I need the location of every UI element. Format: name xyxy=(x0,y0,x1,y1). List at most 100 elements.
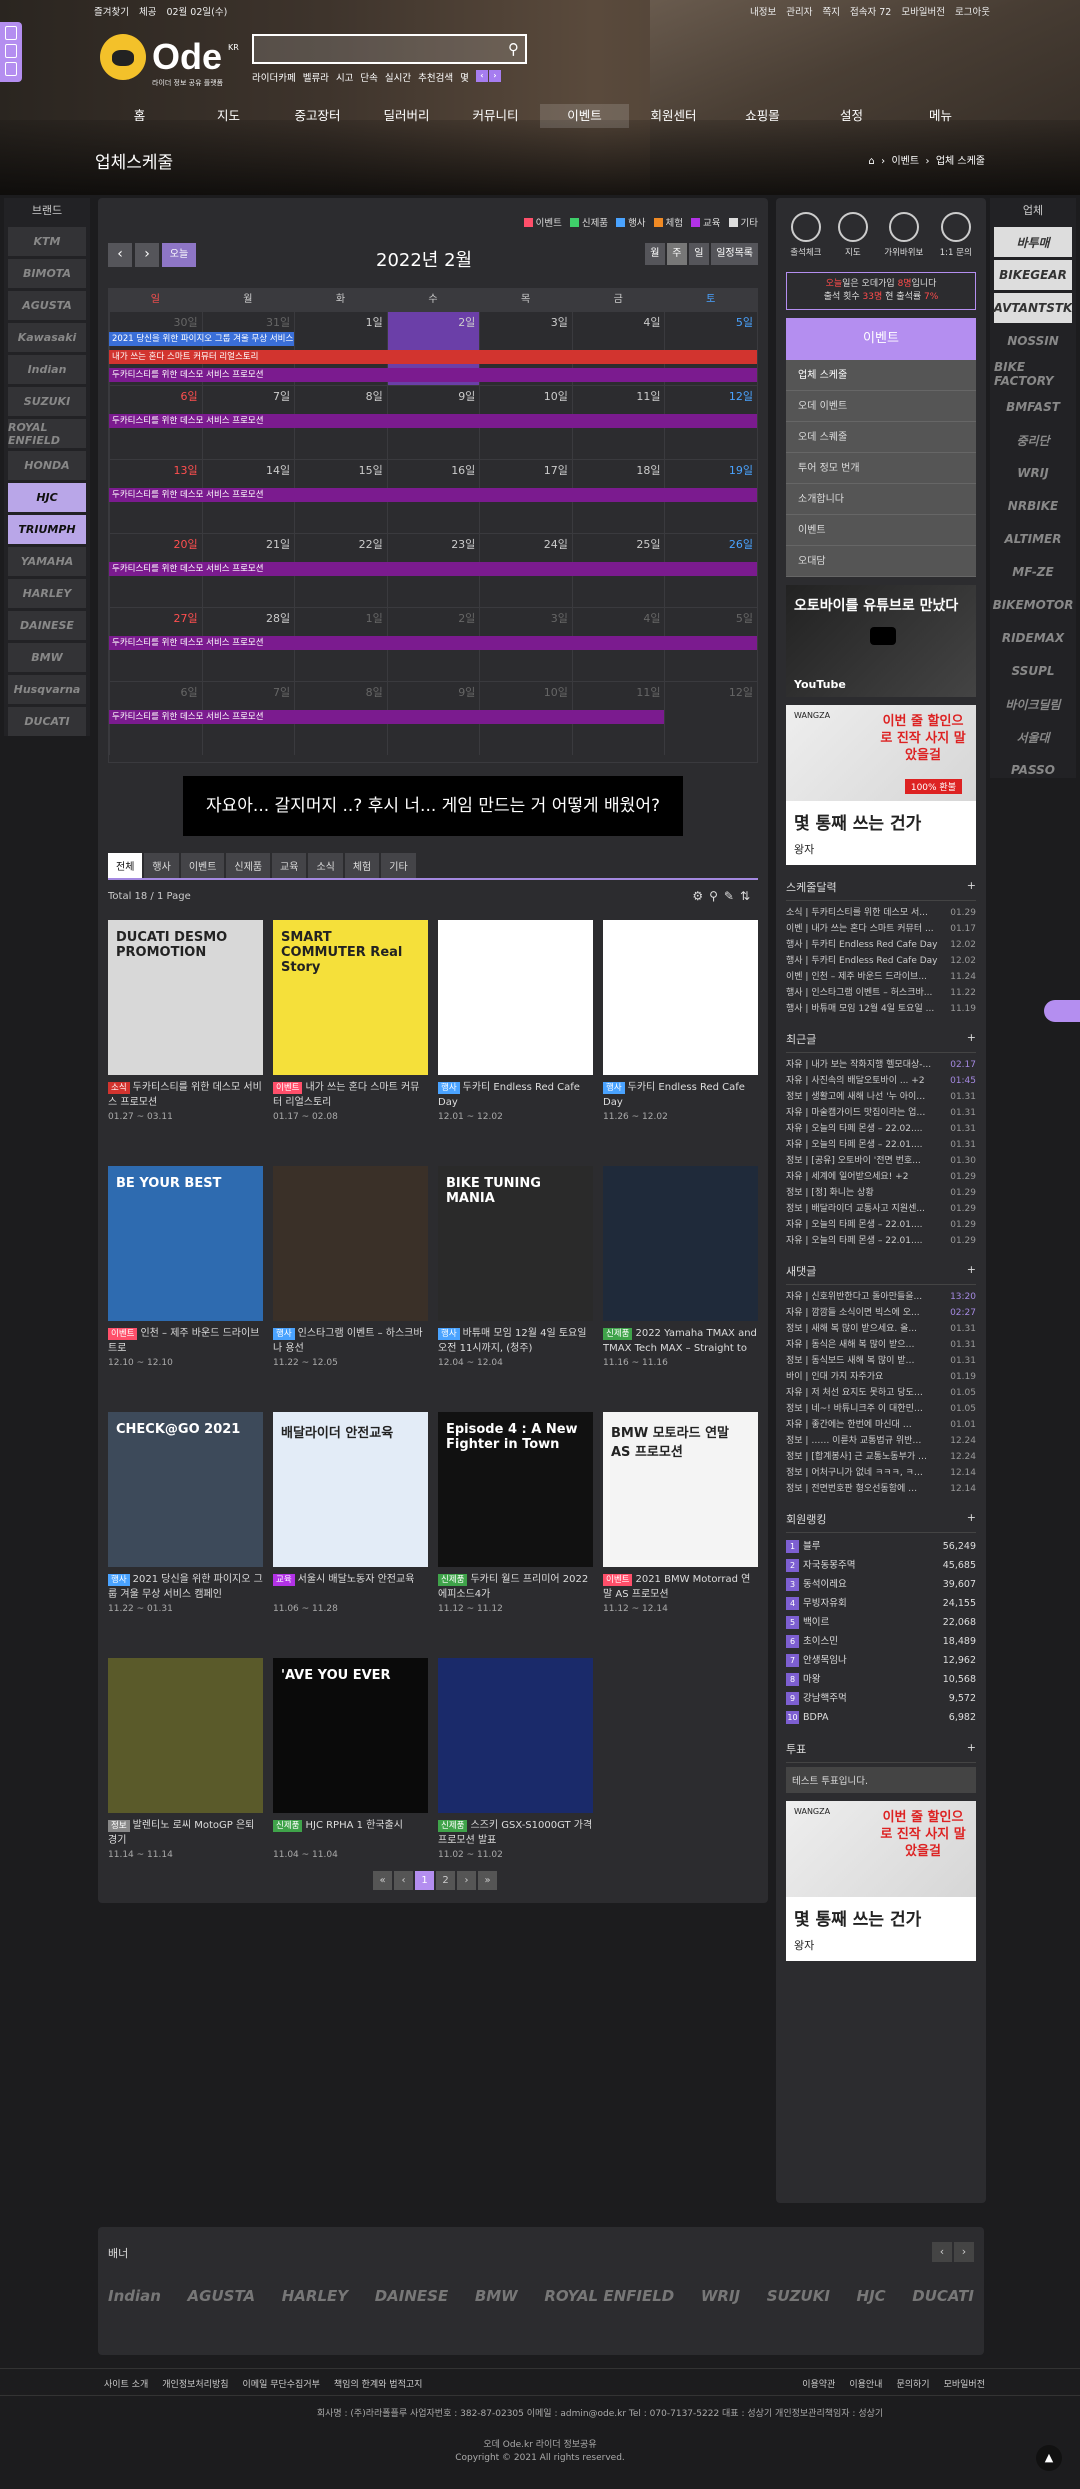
more-icon[interactable]: + xyxy=(967,1263,976,1279)
list-item[interactable]: 행사 | 두카티 Endless Red Cafe Day 12.02 xyxy=(786,937,976,953)
youtube-promo[interactable]: 오토바이를 유튜브로 만났다 YouTube xyxy=(786,585,976,697)
event-card[interactable]: BIKE TUNING MANIA 행사 바튜매 모임 12월 4일 토요일 오전 … xyxy=(438,1166,593,1402)
list-item[interactable]: 소식 | 두카티스티를 위한 데스모 서... 01.29 xyxy=(786,905,976,921)
category-tab[interactable]: 행사 xyxy=(144,853,179,878)
event-card[interactable]: 'AVE YOU EVER 신제품 HJC RPHA 1 한국출시 11.04 ~ 1… xyxy=(273,1658,428,1894)
page-button[interactable]: 1 xyxy=(415,1871,434,1890)
brand-logo[interactable]: SUZUKI xyxy=(8,387,86,416)
rank-item[interactable]: 1 블루 56,249 xyxy=(786,1537,976,1556)
rank-item[interactable]: 5 백이르 22,068 xyxy=(786,1613,976,1632)
event-title[interactable]: 두카티스티를 위한 데스모 서비스 프로모션 xyxy=(108,1082,262,1108)
event-thumbnail[interactable]: CHECK@GO 2021 xyxy=(108,1412,263,1567)
submenu-item[interactable]: 소개합니다 xyxy=(786,484,976,515)
event-card[interactable]: CHECK@GO 2021 행사 2021 당신을 위한 파이지오 그룹 겨울 무상… xyxy=(108,1412,263,1648)
search-input[interactable]: ⚲ xyxy=(252,34,527,64)
company-logo[interactable]: BIKE FACTORY xyxy=(994,359,1072,389)
ad-banner[interactable]: 자요아... 갈지머지 ..? 후시 너... 게임 만드는 거 어떻게 배웠어… xyxy=(183,776,683,836)
quick-side-tab[interactable] xyxy=(0,22,22,82)
event-card[interactable]: DUCATI DESMO PROMOTION 소식 두카티스티를 위한 데스모 서비… xyxy=(108,920,263,1156)
category-tab[interactable]: 전체 xyxy=(108,853,143,878)
company-logo[interactable]: BIKEGEAR xyxy=(994,260,1072,290)
event-card[interactable]: 신제품 2022 Yamaha TMAX and TMAX Tech MAX – … xyxy=(603,1166,758,1402)
footer-link[interactable]: 모바일버전 xyxy=(944,2377,985,2390)
calendar-event[interactable]: 내가 쓰는 혼다 스마트 커뮤터 리얼스토리 xyxy=(109,350,757,364)
topbar-link[interactable]: 모바일버전 xyxy=(901,4,945,18)
list-item[interactable]: 정보 | 네~! 바튜니크주 이 대한민… 01.05 xyxy=(786,1401,976,1417)
event-card[interactable]: 행사 두카티 Endless Red Cafe Day 12.01 ~ 12.02 xyxy=(438,920,593,1156)
list-item[interactable]: 정보 | 새해 복 많이 받으세요. 올... 01.31 xyxy=(786,1321,976,1337)
event-thumbnail[interactable]: 'AVE YOU EVER xyxy=(273,1658,428,1813)
list-item[interactable]: 자유 | 오늘의 타페 몬생 – 22.01.... 01.29 xyxy=(786,1217,976,1233)
scroll-top-button[interactable]: ▲ xyxy=(1036,2445,1062,2471)
banner-logo[interactable]: SUZUKI xyxy=(767,2287,830,2305)
submenu-item[interactable]: 오데 스퀘줄 xyxy=(786,422,976,453)
calendar-event[interactable]: 2021 당신을 위한 파이지오 그룹 겨울 무상 서비스 xyxy=(109,332,295,346)
list-item[interactable]: 행사 | 인스타그램 이벤트 – 허스크바... 11.22 xyxy=(786,985,976,1001)
footer-link[interactable]: 개인정보처리방침 xyxy=(162,2377,228,2390)
footer-link[interactable]: 사이트 소개 xyxy=(104,2377,148,2390)
nav-item[interactable]: 설정 xyxy=(807,104,896,128)
banner-logo[interactable]: BMW xyxy=(475,2287,518,2305)
calendar-event[interactable]: 두카티스티를 위한 데스모 서비스 프로모션 xyxy=(109,488,757,502)
submenu-item[interactable]: 이벤트 xyxy=(786,515,976,546)
list-item[interactable]: 자유 | 마술캠가이드 맛집이라는 업… 01.31 xyxy=(786,1105,976,1121)
brand-logo[interactable]: TRIUMPH xyxy=(8,515,86,544)
quick-item[interactable]: 1:1 문의 xyxy=(940,212,972,258)
rank-item[interactable]: 3 동석이레요 39,607 xyxy=(786,1575,976,1594)
event-thumbnail[interactable]: 배달라이더 안전교육 xyxy=(273,1412,428,1567)
brand-logo[interactable]: Husqvarna xyxy=(8,675,86,704)
nav-item[interactable]: 중고장터 xyxy=(273,104,362,128)
rank-item[interactable]: 8 마왕 10,568 xyxy=(786,1670,976,1689)
side-ad[interactable]: WANGZA 이번 줄 할인으로 진작 사지 말았을걸 100% 환불 몇 통째… xyxy=(786,705,976,865)
event-thumbnail[interactable] xyxy=(273,1166,428,1321)
list-item[interactable]: 자유 | 깜깜들 소식이면 빅스에 오... 02:27 xyxy=(786,1305,976,1321)
sort-icon[interactable]: ⇅ xyxy=(740,889,756,903)
event-card[interactable]: 배달라이더 안전교육 교육 서울시 배달노동자 안전교육 11.06 ~ 11.28 xyxy=(273,1412,428,1648)
list-item[interactable]: 정보 | …… 이륜차 교통법규 위반… 12.24 xyxy=(786,1433,976,1449)
tags-prev-button[interactable]: ‹ xyxy=(475,70,488,82)
company-logo[interactable]: NOSSIN xyxy=(994,326,1072,356)
company-logo[interactable]: SSUPL xyxy=(994,656,1072,686)
company-logo[interactable]: ALTIMER xyxy=(994,524,1072,554)
submenu-item[interactable]: 투어 정모 번개 xyxy=(786,453,976,484)
list-item[interactable]: 자유 | 사진속의 배달오토바이 ... +2 01:45 xyxy=(786,1073,976,1089)
category-tab[interactable]: 교육 xyxy=(272,853,307,878)
view-button[interactable]: 주 xyxy=(667,243,688,265)
nav-item[interactable]: 홈 xyxy=(95,104,184,128)
brand-logo[interactable]: AGUSTA xyxy=(8,291,86,320)
calendar-event[interactable]: 두카티스티를 위한 데스모 서비스 프로모션 xyxy=(109,562,757,576)
brand-logo[interactable]: BIMOTA xyxy=(8,259,86,288)
footer-link[interactable]: 책임의 한계와 법적고지 xyxy=(334,2377,423,2390)
banner-next-button[interactable]: › xyxy=(954,2242,974,2262)
event-thumbnail[interactable]: BIKE TUNING MANIA xyxy=(438,1166,593,1321)
banner-logo[interactable]: ROYAL ENFIELD xyxy=(544,2287,674,2305)
view-button[interactable]: 월 xyxy=(645,243,666,265)
banner-logo[interactable]: AGUSTA xyxy=(188,2287,256,2305)
tags-next-button[interactable]: › xyxy=(488,70,501,82)
nav-item[interactable]: 딜러버리 xyxy=(362,104,451,128)
rank-item[interactable]: 6 초이스민 18,489 xyxy=(786,1632,976,1651)
submenu-item[interactable]: 업체 스케줄 xyxy=(786,360,976,391)
view-button[interactable]: 일정목록 xyxy=(711,243,758,265)
topbar-link[interactable]: 로그아웃 xyxy=(955,4,990,18)
topbar-link[interactable]: 접속자 72 xyxy=(850,4,891,18)
popular-tag[interactable]: 라이더카페 xyxy=(252,70,296,84)
list-item[interactable]: 자유 | 오늘의 타페 몬생 – 22.01.... 01.29 xyxy=(786,1233,976,1249)
brand-logo[interactable]: HARLEY xyxy=(8,579,86,608)
event-card[interactable]: 행사 두카티 Endless Red Cafe Day 11.26 ~ 12.02 xyxy=(603,920,758,1156)
topbar-link[interactable]: 즐겨찾기 xyxy=(94,4,129,18)
banner-prev-button[interactable]: ‹ xyxy=(932,2242,952,2262)
event-thumbnail[interactable]: DUCATI DESMO PROMOTION xyxy=(108,920,263,1075)
category-tab[interactable]: 기타 xyxy=(381,853,416,878)
brand-logo[interactable]: DAINESE xyxy=(8,611,86,640)
brand-logo[interactable]: DUCATI xyxy=(8,707,86,736)
topbar-link[interactable]: 쪽지 xyxy=(823,4,840,18)
popular-tag[interactable]: 추천검색 xyxy=(418,70,453,84)
nav-item[interactable]: 회원센터 xyxy=(629,104,718,128)
event-card[interactable]: SMART COMMUTER Real Story 이벤트 내가 쓰는 혼다 스마트… xyxy=(273,920,428,1156)
search-icon[interactable]: ⚲ xyxy=(709,889,724,903)
poll-item[interactable]: 테스트 투표입니다. xyxy=(786,1767,976,1793)
list-item[interactable]: 정보 | [공유] 오토바이 '전면 번호... 01.30 xyxy=(786,1153,976,1169)
popular-tag[interactable]: 몇 xyxy=(460,70,469,84)
gear-icon[interactable]: ⚙ xyxy=(692,889,709,903)
